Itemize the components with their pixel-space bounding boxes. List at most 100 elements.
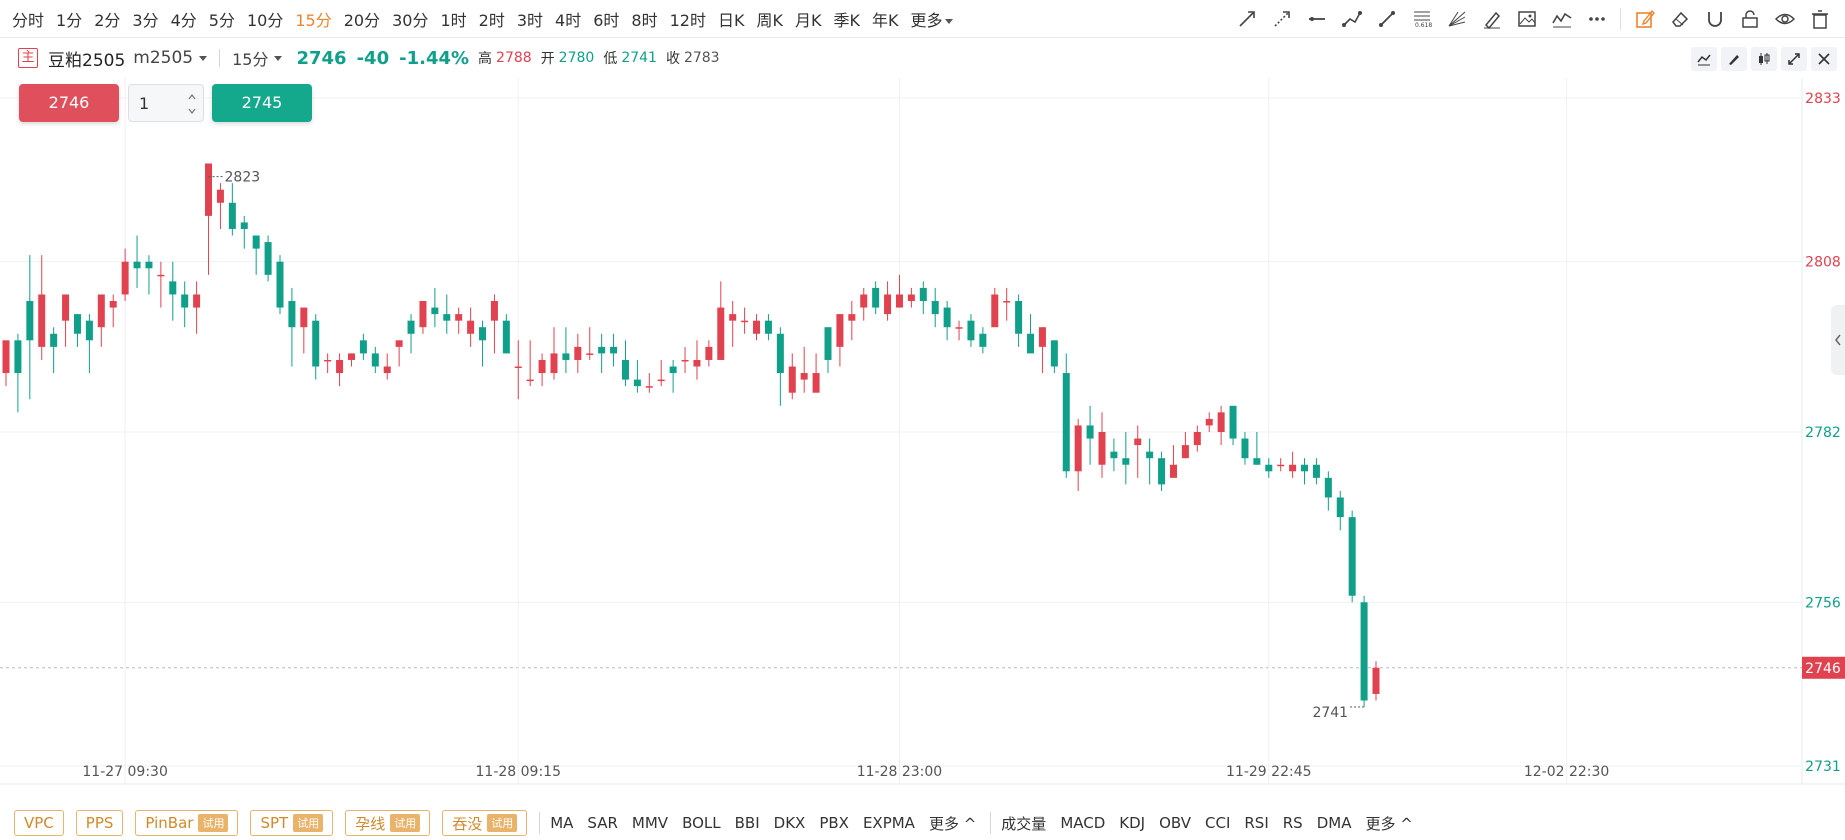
period-4[interactable]: 4分 [171, 7, 197, 31]
period-19[interactable]: 月K [795, 7, 822, 31]
pattern-indicator-5[interactable]: 吞没 试用 [442, 810, 528, 836]
image-icon[interactable] [1509, 0, 1544, 38]
candle-body [1122, 458, 1130, 465]
candle-body [1110, 451, 1118, 459]
quantity-stepper[interactable]: 1 [128, 84, 204, 122]
period-3[interactable]: 3分 [132, 7, 158, 31]
delete-icon[interactable] [1802, 0, 1837, 38]
main-indicator-4[interactable]: BBI [735, 814, 760, 832]
candle-body [729, 314, 737, 321]
candle-body [979, 333, 987, 347]
main-indicator-1[interactable]: SAR [587, 814, 617, 832]
dashed-ray-icon[interactable] [1264, 0, 1299, 38]
pattern-indicator-1[interactable]: PPS [75, 810, 124, 836]
symbol-name[interactable]: 豆粕2505 [48, 46, 125, 71]
candle-style-icon[interactable] [1751, 47, 1777, 71]
main-indicator-7[interactable]: EXPMA [863, 814, 915, 832]
edit-draw-icon[interactable] [1627, 0, 1662, 38]
main-indicator-2[interactable]: MMV [632, 814, 668, 832]
low-value: 2741 [621, 50, 657, 66]
period-9[interactable]: 30分 [392, 7, 428, 31]
period-2[interactable]: 2分 [94, 7, 120, 31]
period-13[interactable]: 4时 [555, 7, 581, 31]
period-14[interactable]: 6时 [593, 7, 619, 31]
more-tools-icon[interactable] [1579, 0, 1614, 38]
sub-indicator-7[interactable]: DMA [1317, 814, 1352, 832]
close-icon[interactable] [1811, 47, 1837, 71]
period-20[interactable]: 季K [833, 7, 860, 31]
candle-body [550, 353, 558, 374]
decrement-icon[interactable] [187, 105, 197, 117]
period-5[interactable]: 5分 [209, 7, 235, 31]
interval-dropdown-icon[interactable] [274, 55, 283, 61]
sub-indicator-5[interactable]: RSI [1244, 814, 1268, 832]
eye-icon[interactable] [1767, 0, 1802, 38]
x-tick-label: 12-02 22:30 [1524, 764, 1609, 780]
period-10[interactable]: 1时 [440, 7, 466, 31]
period-12[interactable]: 3时 [517, 7, 543, 31]
main-indicator-3[interactable]: BOLL [682, 814, 721, 832]
pattern-indicator-4[interactable]: 孕线 试用 [345, 810, 431, 836]
fibonacci-icon[interactable]: 0.618 [1404, 0, 1439, 38]
period-16[interactable]: 12时 [670, 7, 706, 31]
lock-icon[interactable] [1732, 0, 1767, 38]
period-15[interactable]: 8时 [631, 7, 657, 31]
polyline-icon[interactable] [1334, 0, 1369, 38]
quantity-value[interactable]: 1 [139, 94, 149, 113]
wave-icon[interactable] [1544, 0, 1579, 38]
fan-icon[interactable] [1439, 0, 1474, 38]
period-17[interactable]: 日K [718, 7, 745, 31]
symbol-dropdown-icon[interactable] [199, 55, 208, 61]
main-indicator-0[interactable]: MA [550, 814, 573, 832]
contract-code[interactable]: m2505 [133, 48, 193, 68]
pattern-indicator-0[interactable]: VPC [14, 810, 64, 836]
draw-edit-icon[interactable] [1721, 47, 1747, 71]
candle-body [181, 294, 189, 308]
period-0[interactable]: 分时 [12, 7, 44, 31]
side-panel-toggle[interactable] [1831, 305, 1845, 375]
ray-line-icon[interactable] [1229, 0, 1264, 38]
period-18[interactable]: 周K [756, 7, 783, 31]
period-7[interactable]: 15分 [295, 7, 331, 31]
period-11[interactable]: 2时 [479, 7, 505, 31]
candlestick-chart[interactable]: 2833 2808 2782 2756 2746 2731 11-27 09:30 11-28… [0, 78, 1845, 796]
pattern-indicator-3[interactable]: SPT 试用 [250, 810, 334, 836]
pattern-indicator-2[interactable]: PinBar 试用 [135, 810, 239, 836]
period-more[interactable]: 更多 [910, 7, 953, 31]
buy-button[interactable]: 2745 [212, 84, 312, 122]
candle-body [693, 359, 701, 367]
period-6[interactable]: 10分 [247, 7, 283, 31]
candle-body [645, 386, 653, 388]
main-indicator-5[interactable]: DKX [774, 814, 806, 832]
period-1[interactable]: 1分 [56, 7, 82, 31]
horizontal-line-icon[interactable] [1299, 0, 1334, 38]
candle-body [121, 261, 129, 295]
eraser-icon[interactable] [1662, 0, 1697, 38]
candle-body [312, 320, 320, 367]
candle-body [657, 379, 665, 382]
sub-indicator-6[interactable]: RS [1283, 814, 1303, 832]
main-indicator-more[interactable]: 更多 ^ [929, 813, 976, 834]
interval-select[interactable]: 15分 [232, 46, 268, 70]
fullscreen-icon[interactable] [1781, 47, 1807, 71]
magnet-icon[interactable] [1697, 0, 1732, 38]
period-8[interactable]: 20分 [344, 7, 380, 31]
period-21[interactable]: 年K [872, 7, 899, 31]
trend-line-icon[interactable] [1369, 0, 1404, 38]
line-type-icon[interactable] [1691, 47, 1717, 71]
pattern-indicator-label: VPC [24, 814, 54, 832]
sub-indicator-2[interactable]: KDJ [1119, 814, 1145, 832]
candle-body [359, 340, 367, 354]
sub-indicator-1[interactable]: MACD [1060, 814, 1105, 832]
candle-body [574, 346, 582, 360]
sub-indicator-0[interactable]: 成交量 [1001, 813, 1046, 834]
candle-body [288, 301, 296, 328]
sub-indicator-4[interactable]: CCI [1205, 814, 1230, 832]
main-indicator-6[interactable]: PBX [819, 814, 849, 832]
increment-icon[interactable] [187, 91, 197, 103]
candle-body [407, 320, 415, 334]
sell-button[interactable]: 2746 [19, 84, 119, 122]
sub-indicator-more[interactable]: 更多 ^ [1365, 813, 1412, 834]
sub-indicator-3[interactable]: OBV [1159, 814, 1191, 832]
pen-icon[interactable] [1474, 0, 1509, 38]
